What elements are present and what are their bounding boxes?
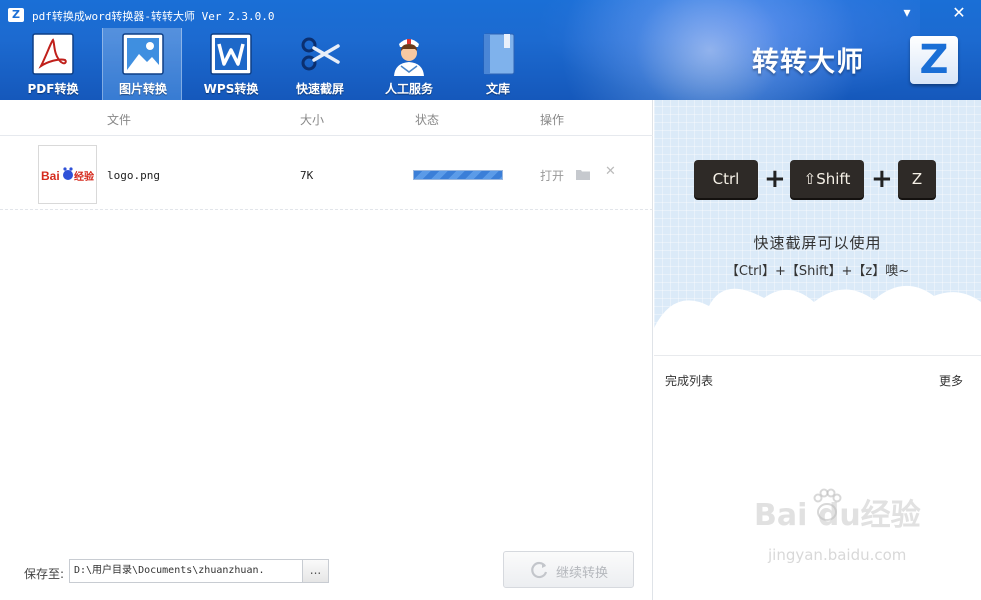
tab-label: 图片转换 — [118, 82, 167, 96]
paw-icon — [813, 488, 842, 521]
tab-wps-convert[interactable]: WPS转换 — [191, 28, 271, 100]
tab-pdf-convert[interactable]: PDF转换 — [13, 28, 93, 100]
conversion-progress-bar — [413, 170, 503, 180]
tab-label: PDF转换 — [27, 82, 79, 96]
thumb-text-2: 经验 — [74, 170, 95, 183]
key-z: Z — [898, 160, 936, 198]
folder-icon[interactable] — [576, 168, 590, 180]
pdf-icon — [32, 33, 74, 75]
key-shift: ⇧Shift — [790, 160, 864, 198]
open-file-link[interactable]: 打开 — [540, 167, 564, 184]
baidu-jingyan-watermark: Bai du经验 jingyan.baidu.com — [754, 488, 954, 580]
key-ctrl: Ctrl — [694, 160, 758, 198]
nurse-icon — [394, 39, 424, 76]
save-path-input[interactable]: D:\用户目录\Documents\zhuanzhuan. — [69, 559, 303, 583]
continue-convert-label: 继续转换 — [556, 566, 609, 581]
tab-image-convert[interactable]: 图片转换 — [102, 28, 182, 100]
tab-human-service[interactable]: 人工服务 — [369, 28, 449, 100]
browse-button[interactable]: ... — [302, 559, 329, 583]
tool-tabs: PDF转换 图片转换 WPS转换 快速截屏 人工服务 文库 — [0, 28, 560, 100]
right-pane: Ctrl + ⇧Shift + Z 快速截屏可以使用 【Ctrl】+【Shift… — [654, 100, 981, 600]
brand: 转转大师 Z — [752, 36, 962, 88]
app-icon: Z — [8, 8, 24, 22]
delete-icon[interactable]: ✕ — [605, 165, 617, 179]
refresh-icon — [531, 561, 548, 579]
plus-sign: + — [764, 164, 786, 194]
file-name: logo.png — [107, 169, 160, 182]
save-to-label: 保存至: — [24, 567, 65, 581]
tab-label: 文库 — [485, 82, 510, 96]
tab-label: 快速截屏 — [295, 82, 344, 96]
file-size: 7K — [300, 169, 314, 182]
brand-name: 转转大师 — [752, 47, 864, 78]
book-icon — [483, 33, 515, 75]
header-size: 大小 — [300, 113, 325, 127]
tab-quick-screenshot[interactable]: 快速截屏 — [280, 28, 360, 100]
completed-list-header: 完成列表 更多 — [654, 355, 981, 399]
tab-library[interactable]: 文库 — [458, 28, 538, 100]
shortcut-promo-banner: Ctrl + ⇧Shift + Z 快速截屏可以使用 【Ctrl】+【Shift… — [654, 100, 981, 355]
more-link[interactable]: 更多 — [939, 372, 963, 389]
table-row[interactable]: Bai 经验 logo.png 7K 打开 ✕ — [0, 137, 653, 210]
wps-icon — [210, 33, 252, 75]
file-thumbnail: Bai 经验 — [38, 145, 97, 204]
title-bar[interactable]: Z pdf转换成word转换器-转转大师 Ver 2.3.0.0 ▾ ✕ — [0, 0, 981, 28]
brand-logo: Z — [910, 36, 958, 84]
scissors-icon — [301, 37, 340, 71]
app-header: Z pdf转换成word转换器-转转大师 Ver 2.3.0.0 ▾ ✕ PDF… — [0, 0, 981, 100]
minimize-icon[interactable]: ▾ — [896, 4, 918, 22]
thumb-text: Bai — [41, 169, 60, 183]
close-icon[interactable]: ✕ — [948, 4, 970, 22]
header-action: 操作 — [540, 113, 565, 127]
header-status: 状态 — [415, 113, 440, 127]
window-title: pdf转换成word转换器-转转大师 Ver 2.3.0.0 — [32, 10, 275, 23]
file-list-pane: 文件 大小 状态 操作 Bai 经验 logo.png 7K 打开 ✕ 保存至:… — [0, 100, 653, 600]
cloud-decoration — [654, 285, 981, 355]
tab-label: WPS转换 — [203, 82, 259, 96]
header-file: 文件 — [107, 113, 132, 127]
watermark-url: jingyan.baidu.com — [768, 546, 907, 564]
promo-text-line1: 快速截屏可以使用 — [753, 234, 882, 252]
continue-convert-button[interactable]: 继续转换 — [503, 551, 634, 588]
baidu-logo-thumbnail: Bai 经验 — [41, 167, 95, 183]
image-icon — [122, 33, 164, 75]
plus-sign: + — [871, 164, 893, 194]
completed-list-title: 完成列表 — [665, 374, 714, 388]
progress-fill — [414, 171, 502, 179]
tab-label: 人工服务 — [384, 82, 433, 96]
file-table-header: 文件 大小 状态 操作 — [0, 100, 653, 136]
